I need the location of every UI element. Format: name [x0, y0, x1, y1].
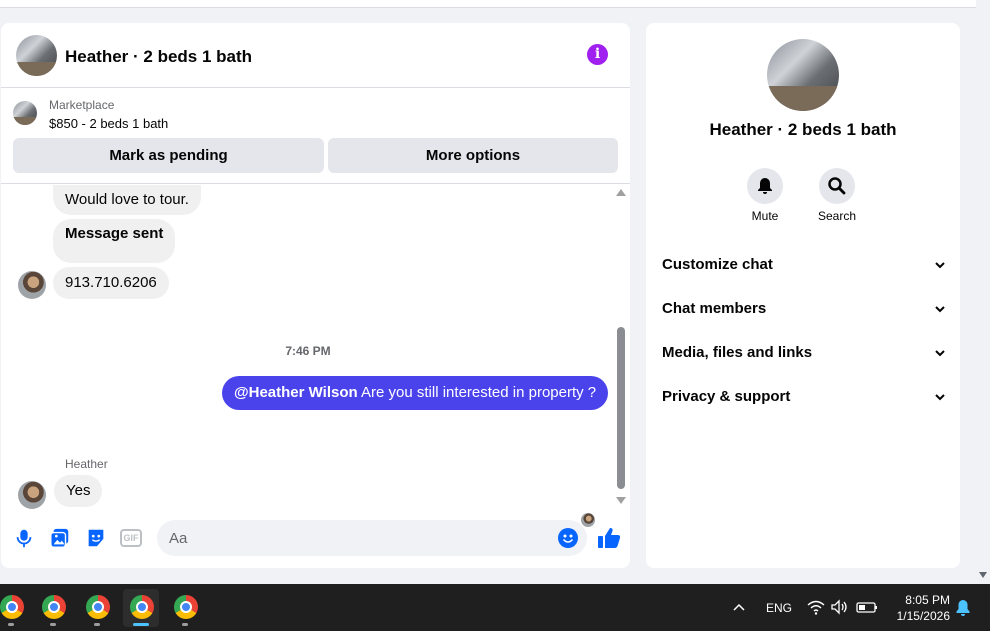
chevron-down-icon [935, 306, 945, 313]
thumbs-up-icon[interactable] [597, 526, 621, 550]
search-label: Search [817, 209, 857, 223]
running-indicator [8, 623, 14, 626]
clock-date: 1/15/2026 [896, 609, 950, 623]
scroll-thumb[interactable] [617, 327, 625, 489]
photo-icon[interactable] [49, 527, 71, 549]
customize-chat-row[interactable]: Customize chat [662, 253, 946, 277]
info-icon[interactable]: i [587, 44, 608, 65]
chrome-icon [0, 595, 24, 619]
taskbar: ENG 8:05 PM 1/15/2026 [0, 584, 990, 631]
page-scrollbar[interactable] [976, 0, 990, 584]
mute-label: Mute [751, 209, 779, 223]
row-label: Media, files and links [662, 344, 813, 361]
search-circle[interactable] [819, 168, 855, 204]
system-clock[interactable]: 8:05 PM 1/15/2026 [886, 592, 950, 624]
scroll-down-arrow[interactable] [979, 572, 987, 578]
row-label: Chat members [662, 300, 767, 317]
wifi-icon[interactable] [807, 598, 825, 616]
microphone-icon[interactable] [13, 527, 35, 549]
mark-as-pending-button[interactable]: Mark as pending [13, 138, 324, 173]
running-indicator [182, 623, 188, 626]
message-bubble: Would love to tour. [53, 185, 201, 215]
gif-icon[interactable]: GIF [120, 529, 142, 547]
privacy-support-row[interactable]: Privacy & support [662, 385, 946, 409]
profile-name[interactable]: Heather · 2 beds 1 bath [646, 120, 960, 140]
chrome-icon [42, 595, 66, 619]
taskbar-chrome-app[interactable] [35, 589, 71, 627]
search-button[interactable]: Search [817, 168, 857, 223]
mute-button[interactable]: Mute [745, 168, 785, 223]
listing-thumbnail[interactable] [13, 101, 37, 125]
listing-avatar[interactable] [16, 35, 57, 76]
outgoing-message-bubble: @Heather Wilson Are you still interested… [222, 376, 609, 410]
chevron-down-icon [935, 350, 945, 357]
running-indicator [50, 623, 56, 626]
mute-circle[interactable] [747, 168, 783, 204]
chat-members-row[interactable]: Chat members [662, 297, 946, 321]
running-indicator [94, 623, 100, 626]
message-bubble: 913.710.6206 [53, 267, 169, 299]
marketplace-label: Marketplace [49, 98, 115, 112]
media-files-links-row[interactable]: Media, files and links [662, 341, 946, 365]
row-label: Privacy & support [662, 388, 791, 405]
chrome-icon [86, 595, 110, 619]
taskbar-chrome-app[interactable] [79, 589, 115, 627]
taskbar-chrome-app[interactable] [167, 589, 203, 627]
chrome-icon [130, 595, 154, 619]
search-icon [828, 177, 846, 195]
message-bubble: Message sent [53, 219, 176, 263]
language-indicator[interactable]: ENG [766, 601, 792, 615]
taskbar-chrome-app[interactable] [0, 589, 29, 627]
message-text: Are you still interested in property ? [357, 384, 597, 401]
taskbar-chrome-app-active[interactable] [123, 589, 159, 627]
row-label: Customize chat [662, 256, 773, 273]
sticker-icon[interactable] [85, 527, 107, 549]
emoji-icon[interactable] [558, 528, 578, 548]
active-indicator [133, 623, 149, 626]
sender-avatar[interactable] [18, 481, 46, 509]
bell-icon [758, 178, 772, 194]
message-bubble: Yes [54, 475, 103, 507]
chevron-down-icon [935, 262, 945, 269]
scroll-up-arrow[interactable] [616, 189, 626, 196]
conversation-info-panel: Heather · 2 beds 1 bath Mute Search Cust… [646, 23, 960, 568]
message-scrollbar[interactable] [615, 185, 627, 505]
marketplace-listing-bar: Marketplace $850 - 2 beds 1 bath Mark as… [1, 89, 630, 184]
sender-name: Heather [65, 457, 108, 471]
chat-panel: Heather · 2 beds 1 bath i Marketplace $8… [1, 23, 630, 568]
volume-icon[interactable] [830, 598, 848, 616]
chrome-icon [174, 595, 198, 619]
battery-icon[interactable] [856, 598, 878, 616]
mention[interactable]: @Heather Wilson [234, 384, 358, 401]
chevron-up-icon[interactable] [733, 602, 745, 612]
message-timestamp: 7:46 PM [285, 344, 331, 358]
clock-time: 8:05 PM [905, 593, 950, 607]
message-composer: GIF [1, 515, 630, 563]
scroll-down-arrow[interactable] [616, 497, 626, 504]
chat-title[interactable]: Heather · 2 beds 1 bath [65, 47, 252, 67]
profile-avatar[interactable] [767, 39, 839, 111]
listing-price[interactable]: $850 - 2 beds 1 bath [49, 116, 168, 131]
notification-bell-icon[interactable] [955, 599, 971, 617]
browser-top-edge [0, 0, 976, 8]
message-input[interactable] [157, 520, 587, 556]
message-list[interactable]: Would love to tour. Message sent 913.710… [1, 185, 630, 527]
chevron-down-icon [935, 394, 945, 401]
more-options-button[interactable]: More options [328, 138, 618, 173]
sender-avatar[interactable] [18, 271, 46, 299]
chat-header: Heather · 2 beds 1 bath i [1, 23, 630, 88]
